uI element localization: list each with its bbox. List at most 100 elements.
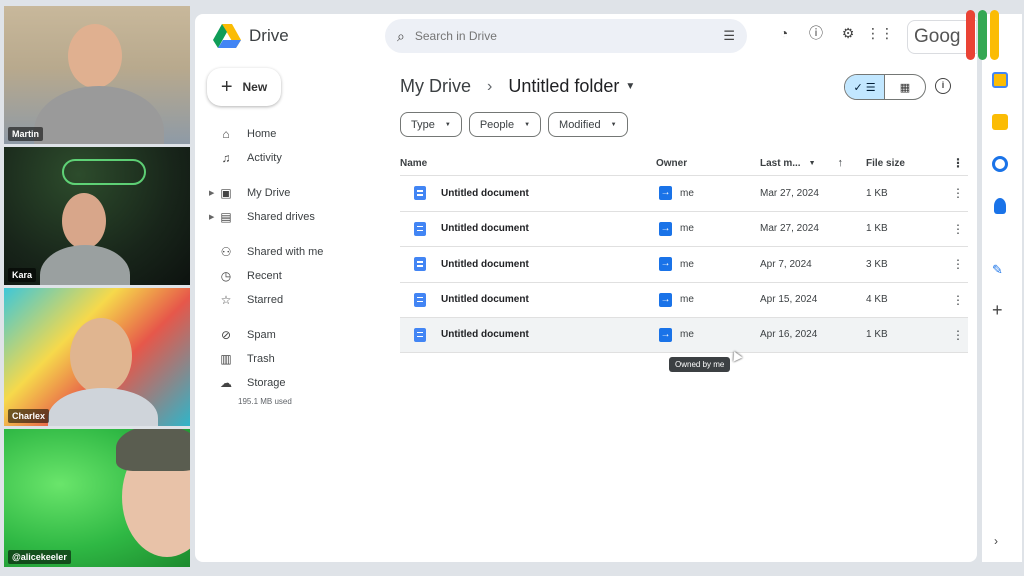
sidebar-item-label: My Drive	[247, 187, 291, 199]
sidebar-item-my-drive[interactable]: ▶ ▣ My Drive	[209, 181, 379, 205]
header-size[interactable]: File size	[866, 158, 948, 169]
gear-icon[interactable]: ⚙	[839, 24, 857, 42]
filter-label: Modified	[559, 118, 601, 131]
table-header: Name Owner Last m... ▼ ↑ File size ⋮	[400, 151, 968, 175]
sidebar-item-storage[interactable]: ☁ Storage	[209, 371, 379, 395]
expand-caret-icon[interactable]: ▶	[209, 189, 214, 197]
chevron-down-icon[interactable]: ▼	[809, 160, 816, 167]
search-bar[interactable]: ⌕ ☰	[385, 19, 747, 53]
file-table: Name Owner Last m... ▼ ↑ File size ⋮ Unt…	[400, 151, 968, 353]
sidebar-nav: ⌂ Home ♫ Activity ▶ ▣ My Drive ▶ ▤ Shared driv…	[209, 122, 379, 406]
grid-view-icon: ▦	[899, 81, 911, 94]
breadcrumb: My Drive › Untitled folder ▼	[400, 76, 635, 97]
info-icon[interactable]: i	[935, 78, 951, 94]
chevron-right-icon[interactable]: ›	[994, 534, 998, 548]
participant-tile[interactable]: Charlex	[4, 288, 190, 426]
filter-modified[interactable]: Modified ▼	[548, 112, 628, 137]
participant-body	[48, 388, 158, 426]
drive-logo-icon	[213, 24, 241, 48]
document-icon	[414, 292, 426, 307]
sidebar-item-starred[interactable]: ☆ Starred	[209, 288, 379, 312]
filter-type[interactable]: Type ▼	[400, 112, 462, 137]
sidebar-item-home[interactable]: ⌂ Home	[209, 122, 379, 146]
offline-status-icon[interactable]: ◔	[775, 24, 793, 42]
storage-used-text: 195.1 MB used	[238, 397, 292, 406]
side-panel: ✎ + ›	[982, 14, 1022, 562]
bell-icon: ♫	[221, 151, 231, 165]
sidebar-item-label: Storage	[247, 377, 286, 389]
chevron-down-icon[interactable]: ▼	[625, 81, 635, 92]
more-options-icon[interactable]: ⋮	[948, 186, 968, 200]
participant-body	[40, 245, 130, 285]
file-name: Untitled document	[441, 223, 529, 235]
breadcrumb-current[interactable]: Untitled folder	[508, 76, 619, 97]
drive-logo[interactable]: Drive	[213, 24, 289, 48]
participant-tile[interactable]: @alicekeeler	[4, 429, 190, 567]
file-name: Untitled document	[441, 329, 529, 341]
sidebar-item-shared-with-me[interactable]: ⚇ Shared with me	[209, 240, 379, 264]
owner-name: me	[680, 187, 694, 199]
more-options-icon[interactable]: ⋮	[948, 328, 968, 342]
participant-name: Charlex	[8, 409, 50, 423]
sidebar-item-label: Recent	[247, 270, 282, 282]
filter-chips: Type ▼ People ▼ Modified ▼	[400, 112, 628, 137]
file-size: 3 KB	[866, 258, 888, 270]
more-options-icon[interactable]: ⋮	[948, 222, 968, 236]
sidebar-item-activity[interactable]: ♫ Activity	[209, 146, 379, 170]
help-icon[interactable]: ⓘ	[807, 24, 825, 42]
header-owner[interactable]: Owner	[656, 158, 760, 169]
new-label: New	[242, 80, 268, 94]
search-options-icon[interactable]: ☰	[723, 28, 735, 44]
more-options-icon[interactable]: ⋮	[948, 293, 968, 307]
add-icon[interactable]: +	[992, 300, 1003, 321]
expand-caret-icon[interactable]: ▶	[209, 213, 214, 221]
contacts-icon[interactable]	[994, 198, 1006, 214]
chevron-right-icon: ›	[487, 77, 493, 95]
apps-grid-icon[interactable]: ⋮⋮	[866, 24, 894, 42]
breadcrumb-root[interactable]: My Drive	[400, 76, 471, 97]
tasks-icon[interactable]	[992, 156, 1008, 172]
list-view-icon: ✓ ☰	[853, 81, 876, 94]
more-options-icon[interactable]: ⋮	[948, 156, 968, 170]
more-options-icon[interactable]: ⋮	[948, 257, 968, 271]
calendar-icon[interactable]	[992, 72, 1008, 88]
header-modified-label: Last m...	[760, 157, 801, 169]
modified-date: Apr 16, 2024	[760, 329, 818, 341]
participant-hat	[116, 429, 190, 471]
sidebar-item-spam[interactable]: ⊘ Spam	[209, 323, 379, 347]
sort-arrow-icon[interactable]: ↑	[838, 157, 844, 169]
participant-tile[interactable]: Martin	[4, 6, 190, 144]
sidebar-item-label: Starred	[247, 294, 284, 306]
table-row[interactable]: Untitled document → me Mar 27, 2024 1 KB …	[400, 175, 968, 211]
owner-avatar-icon: →	[659, 221, 672, 236]
sidebar-item-label: Home	[247, 128, 277, 140]
sidebar-item-trash[interactable]: ▥ Trash	[209, 347, 379, 371]
chevron-down-icon: ▼	[444, 121, 451, 128]
table-row[interactable]: Untitled document → me Mar 27, 2024 1 KB …	[400, 210, 968, 247]
owner-avatar-icon: →	[659, 257, 672, 272]
table-row[interactable]: Untitled document → me Apr 7, 2024 3 KB ⋮	[400, 246, 968, 282]
sidebar-item-recent[interactable]: ◷ Recent	[209, 264, 379, 288]
table-row[interactable]: Untitled document → me Apr 16, 2024 1 KB …	[400, 317, 968, 353]
filter-people[interactable]: People ▼	[468, 112, 542, 137]
search-input[interactable]	[414, 29, 724, 43]
shared-drives-icon: ▤	[220, 210, 232, 224]
pen-icon[interactable]: ✎	[992, 262, 1008, 278]
list-view-button[interactable]: ✓ ☰	[845, 75, 886, 99]
new-button[interactable]: + New	[207, 68, 281, 106]
table-row[interactable]: Untitled document → me Apr 15, 2024 4 KB …	[400, 281, 968, 318]
sidebar-item-shared-drives[interactable]: ▶ ▤ Shared drives	[209, 205, 379, 229]
participant-tile[interactable]: Kara	[4, 147, 190, 285]
file-name: Untitled document	[441, 258, 529, 270]
tooltip: Owned by me	[669, 357, 731, 372]
filter-label: Type	[411, 118, 435, 131]
owner-name: me	[680, 294, 694, 306]
header-name[interactable]: Name	[400, 158, 656, 169]
plus-icon: +	[220, 75, 233, 98]
grid-view-button[interactable]: ▦	[885, 75, 925, 99]
sidebar-item-label: Spam	[247, 329, 276, 341]
spam-icon: ⊘	[220, 328, 232, 342]
modified-date: Mar 27, 2024	[760, 223, 819, 235]
keep-icon[interactable]	[992, 114, 1008, 130]
header-modified[interactable]: Last m... ▼ ↑	[760, 157, 866, 169]
